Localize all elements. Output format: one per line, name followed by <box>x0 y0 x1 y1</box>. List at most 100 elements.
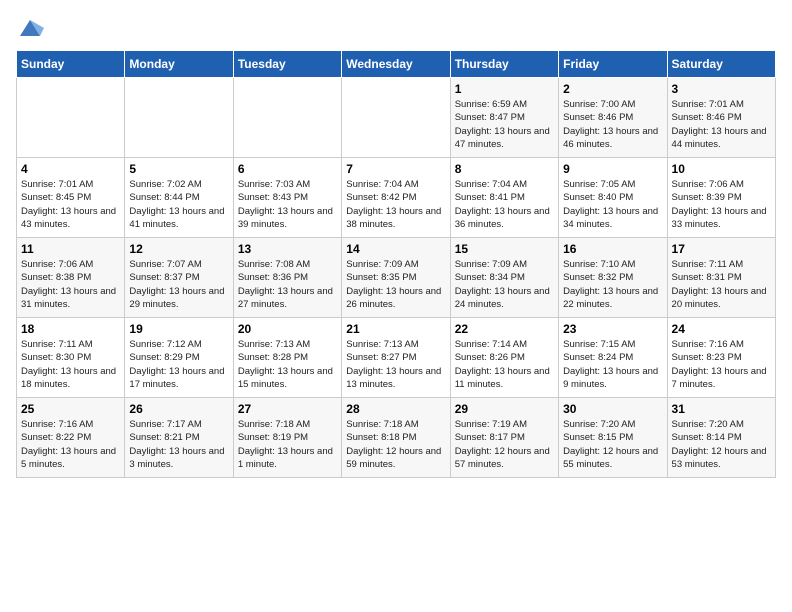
day-number: 14 <box>346 242 445 256</box>
weekday-header: Monday <box>125 51 233 78</box>
day-info: Sunrise: 7:06 AM Sunset: 8:39 PM Dayligh… <box>672 178 771 231</box>
day-info: Sunrise: 7:16 AM Sunset: 8:23 PM Dayligh… <box>672 338 771 391</box>
day-info: Sunrise: 7:13 AM Sunset: 8:27 PM Dayligh… <box>346 338 445 391</box>
calendar-week-row: 11Sunrise: 7:06 AM Sunset: 8:38 PM Dayli… <box>17 238 776 318</box>
calendar-cell: 12 Sunrise: 7:07 AM Sunset: 8:37 PM Dayli… <box>125 238 233 318</box>
day-number: 20 <box>238 322 337 336</box>
calendar-cell: 24 Sunrise: 7:16 AM Sunset: 8:23 PM Dayli… <box>667 318 775 398</box>
calendar-cell <box>17 78 125 158</box>
day-info: Sunrise: 7:05 AM Sunset: 8:40 PM Dayligh… <box>563 178 662 231</box>
calendar-cell: 27 Sunrise: 7:18 AM Sunset: 8:19 PM Dayli… <box>233 398 341 478</box>
day-number: 17 <box>672 242 771 256</box>
day-number: 10 <box>672 162 771 176</box>
calendar-cell: 3 Sunrise: 7:01 AM Sunset: 8:46 PM Daylig… <box>667 78 775 158</box>
day-number: 1 <box>455 82 554 96</box>
day-number: 4 <box>21 162 120 176</box>
day-info: Sunrise: 7:15 AM Sunset: 8:24 PM Dayligh… <box>563 338 662 391</box>
calendar-cell: 1 Sunrise: 6:59 AM Sunset: 8:47 PM Daylig… <box>450 78 558 158</box>
calendar-cell: 18 Sunrise: 7:11 AM Sunset: 8:30 PM Dayli… <box>17 318 125 398</box>
day-info: Sunrise: 7:18 AM Sunset: 8:19 PM Dayligh… <box>238 418 337 471</box>
day-number: 15 <box>455 242 554 256</box>
day-info: Sunrise: 7:07 AM Sunset: 8:37 PM Dayligh… <box>129 258 228 311</box>
calendar-cell: 17 Sunrise: 7:11 AM Sunset: 8:31 PM Dayli… <box>667 238 775 318</box>
day-info: Sunrise: 7:00 AM Sunset: 8:46 PM Dayligh… <box>563 98 662 151</box>
day-number: 22 <box>455 322 554 336</box>
day-info: Sunrise: 7:14 AM Sunset: 8:26 PM Dayligh… <box>455 338 554 391</box>
day-number: 18 <box>21 322 120 336</box>
day-number: 27 <box>238 402 337 416</box>
day-number: 8 <box>455 162 554 176</box>
calendar-cell <box>233 78 341 158</box>
calendar-cell: 10 Sunrise: 7:06 AM Sunset: 8:39 PM Dayli… <box>667 158 775 238</box>
day-number: 13 <box>238 242 337 256</box>
logo-icon <box>16 16 44 40</box>
day-number: 30 <box>563 402 662 416</box>
logo <box>16 16 46 40</box>
day-info: Sunrise: 7:08 AM Sunset: 8:36 PM Dayligh… <box>238 258 337 311</box>
day-info: Sunrise: 7:09 AM Sunset: 8:35 PM Dayligh… <box>346 258 445 311</box>
day-info: Sunrise: 7:11 AM Sunset: 8:31 PM Dayligh… <box>672 258 771 311</box>
day-number: 19 <box>129 322 228 336</box>
day-number: 12 <box>129 242 228 256</box>
day-info: Sunrise: 7:11 AM Sunset: 8:30 PM Dayligh… <box>21 338 120 391</box>
day-info: Sunrise: 6:59 AM Sunset: 8:47 PM Dayligh… <box>455 98 554 151</box>
day-info: Sunrise: 7:03 AM Sunset: 8:43 PM Dayligh… <box>238 178 337 231</box>
calendar-cell: 31 Sunrise: 7:20 AM Sunset: 8:14 PM Dayli… <box>667 398 775 478</box>
day-info: Sunrise: 7:06 AM Sunset: 8:38 PM Dayligh… <box>21 258 120 311</box>
day-info: Sunrise: 7:04 AM Sunset: 8:41 PM Dayligh… <box>455 178 554 231</box>
day-number: 21 <box>346 322 445 336</box>
calendar-cell: 11Sunrise: 7:06 AM Sunset: 8:38 PM Dayli… <box>17 238 125 318</box>
weekday-header: Sunday <box>17 51 125 78</box>
day-number: 28 <box>346 402 445 416</box>
day-info: Sunrise: 7:01 AM Sunset: 8:45 PM Dayligh… <box>21 178 120 231</box>
calendar-cell: 25 Sunrise: 7:16 AM Sunset: 8:22 PM Dayli… <box>17 398 125 478</box>
calendar-cell: 20 Sunrise: 7:13 AM Sunset: 8:28 PM Dayli… <box>233 318 341 398</box>
day-info: Sunrise: 7:01 AM Sunset: 8:46 PM Dayligh… <box>672 98 771 151</box>
calendar-cell: 28 Sunrise: 7:18 AM Sunset: 8:18 PM Dayli… <box>342 398 450 478</box>
day-info: Sunrise: 7:02 AM Sunset: 8:44 PM Dayligh… <box>129 178 228 231</box>
day-number: 5 <box>129 162 228 176</box>
day-number: 23 <box>563 322 662 336</box>
weekday-header: Thursday <box>450 51 558 78</box>
weekday-header: Tuesday <box>233 51 341 78</box>
day-info: Sunrise: 7:19 AM Sunset: 8:17 PM Dayligh… <box>455 418 554 471</box>
weekday-header: Wednesday <box>342 51 450 78</box>
weekday-header: Friday <box>559 51 667 78</box>
day-number: 2 <box>563 82 662 96</box>
day-number: 26 <box>129 402 228 416</box>
day-number: 16 <box>563 242 662 256</box>
calendar-cell: 16 Sunrise: 7:10 AM Sunset: 8:32 PM Dayli… <box>559 238 667 318</box>
day-info: Sunrise: 7:17 AM Sunset: 8:21 PM Dayligh… <box>129 418 228 471</box>
calendar-cell: 26 Sunrise: 7:17 AM Sunset: 8:21 PM Dayli… <box>125 398 233 478</box>
calendar-cell: 13 Sunrise: 7:08 AM Sunset: 8:36 PM Dayli… <box>233 238 341 318</box>
calendar-week-row: 4 Sunrise: 7:01 AM Sunset: 8:45 PM Daylig… <box>17 158 776 238</box>
day-info: Sunrise: 7:12 AM Sunset: 8:29 PM Dayligh… <box>129 338 228 391</box>
calendar-cell: 7Sunrise: 7:04 AM Sunset: 8:42 PM Daylig… <box>342 158 450 238</box>
calendar-cell: 9 Sunrise: 7:05 AM Sunset: 8:40 PM Daylig… <box>559 158 667 238</box>
day-number: 25 <box>21 402 120 416</box>
day-number: 24 <box>672 322 771 336</box>
day-info: Sunrise: 7:10 AM Sunset: 8:32 PM Dayligh… <box>563 258 662 311</box>
calendar-cell: 2 Sunrise: 7:00 AM Sunset: 8:46 PM Daylig… <box>559 78 667 158</box>
calendar-cell: 4 Sunrise: 7:01 AM Sunset: 8:45 PM Daylig… <box>17 158 125 238</box>
calendar-cell: 8 Sunrise: 7:04 AM Sunset: 8:41 PM Daylig… <box>450 158 558 238</box>
calendar-cell: 15 Sunrise: 7:09 AM Sunset: 8:34 PM Dayli… <box>450 238 558 318</box>
calendar-cell: 19 Sunrise: 7:12 AM Sunset: 8:29 PM Dayli… <box>125 318 233 398</box>
calendar-week-row: 1 Sunrise: 6:59 AM Sunset: 8:47 PM Daylig… <box>17 78 776 158</box>
day-number: 3 <box>672 82 771 96</box>
calendar-cell: 6 Sunrise: 7:03 AM Sunset: 8:43 PM Daylig… <box>233 158 341 238</box>
day-info: Sunrise: 7:20 AM Sunset: 8:15 PM Dayligh… <box>563 418 662 471</box>
day-info: Sunrise: 7:13 AM Sunset: 8:28 PM Dayligh… <box>238 338 337 391</box>
calendar-header: SundayMondayTuesdayWednesdayThursdayFrid… <box>17 51 776 78</box>
calendar-table: SundayMondayTuesdayWednesdayThursdayFrid… <box>16 50 776 478</box>
day-info: Sunrise: 7:16 AM Sunset: 8:22 PM Dayligh… <box>21 418 120 471</box>
day-number: 29 <box>455 402 554 416</box>
day-number: 31 <box>672 402 771 416</box>
day-number: 6 <box>238 162 337 176</box>
day-info: Sunrise: 7:09 AM Sunset: 8:34 PM Dayligh… <box>455 258 554 311</box>
day-info: Sunrise: 7:20 AM Sunset: 8:14 PM Dayligh… <box>672 418 771 471</box>
calendar-cell: 22 Sunrise: 7:14 AM Sunset: 8:26 PM Dayli… <box>450 318 558 398</box>
calendar-cell: 14 Sunrise: 7:09 AM Sunset: 8:35 PM Dayli… <box>342 238 450 318</box>
day-info: Sunrise: 7:18 AM Sunset: 8:18 PM Dayligh… <box>346 418 445 471</box>
day-number: 9 <box>563 162 662 176</box>
